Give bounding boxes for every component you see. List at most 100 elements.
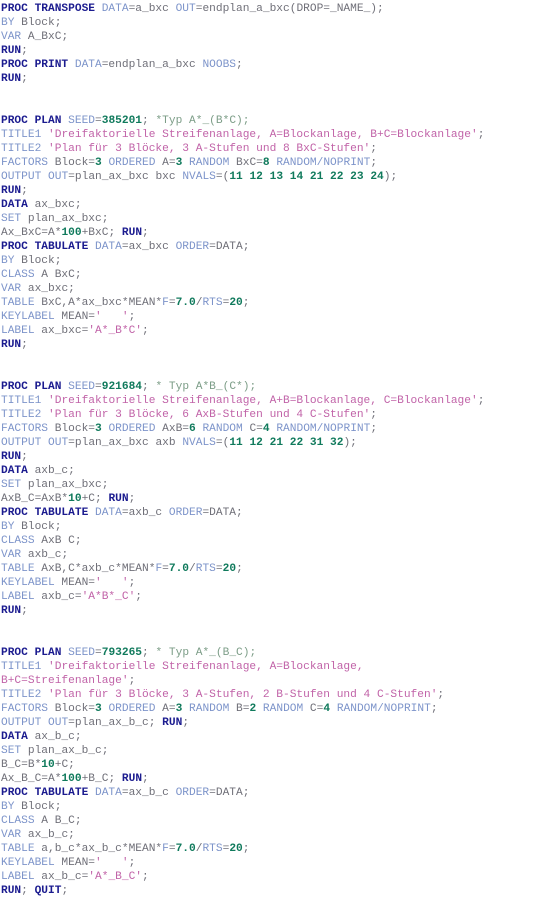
code-token-txt: +C; [54, 759, 75, 771]
code-token-txt: = [162, 563, 169, 575]
code-token-txt: MEAN= [54, 311, 96, 323]
code-token-txt: =ax_bxc [121, 241, 176, 253]
code-token-stmt: TITLE1 [1, 661, 42, 673]
code-line: KEYLABEL MEAN=' '; [1, 310, 551, 324]
code-token-stmt: CLASS [1, 535, 35, 547]
code-token-kw: PROC PRINT [1, 59, 69, 71]
code-token-num: 7.0 [175, 297, 196, 309]
code-token-kw: QUIT [34, 885, 62, 897]
code-token-txt: axb_c; [21, 549, 69, 561]
code-token-txt: = [168, 297, 176, 309]
code-token-txt: ; [21, 45, 28, 57]
code-token-stmt: LABEL [1, 325, 35, 337]
code-token-txt: Block= [48, 157, 95, 169]
code-token-stmt: TABLE [1, 843, 35, 855]
code-token-stmt: TITLE2 [1, 143, 42, 155]
code-token-stmt: BY [1, 255, 15, 267]
code-line: TITLE2 'Plan für 3 Blöcke, 3 A-Stufen un… [1, 142, 551, 156]
code-token-txt: ; [142, 773, 149, 785]
code-token-stmt: FACTORS [1, 703, 48, 715]
code-token-kw: RUN [1, 339, 22, 351]
code-token-stmt: KEYLABEL [1, 577, 55, 589]
code-token-stmt: ORDER [175, 241, 210, 253]
code-token-kw: RUN [162, 717, 183, 729]
code-token-stmt: RTS [202, 843, 223, 855]
code-line: RUN; QUIT; [1, 884, 551, 898]
code-token-txt: B= [229, 703, 250, 715]
code-token-txt: =DATA; [202, 507, 243, 519]
code-token-txt: ; [477, 395, 485, 407]
code-token-txt: MEAN= [54, 857, 96, 869]
code-token-stmt: VAR [1, 549, 22, 561]
code-token-txt: ; [128, 493, 136, 505]
code-token-stmt: ORDERED [108, 703, 156, 715]
code-line: FACTORS Block=3 ORDERED AxB=6 RANDOM C=4… [1, 422, 551, 436]
code-token-txt: Block; [14, 801, 62, 813]
code-token-txt: Block; [14, 521, 62, 533]
code-line: OUTPUT OUT=plan_ax_b_c; RUN; [1, 716, 551, 730]
code-token-stmt: ORDERED [108, 423, 156, 435]
code-line: LABEL ax_b_c='A*_B_C'; [1, 870, 551, 884]
code-line: RUN; [1, 184, 551, 198]
code-token-num: 7.0 [175, 843, 196, 855]
code-line: CLASS A BxC; [1, 268, 551, 282]
code-line: VAR A_BxC; [1, 30, 551, 44]
code-token-kw: PROC TABULATE [1, 241, 89, 253]
code-token-txt: ; [236, 59, 243, 71]
code-token-stmt: TABLE [1, 563, 35, 575]
code-line: Ax_B_C=A*100+B_C; RUN; [1, 772, 551, 786]
code-token-stmt: VAR [1, 829, 22, 841]
code-token-num: 4 [262, 423, 270, 435]
code-line: PROC PLAN SEED=385201; *Typ A*_(B*C); [1, 114, 551, 128]
code-line: B_C=B*10+C; [1, 758, 551, 772]
code-token-txt: ; [142, 325, 149, 337]
code-token-kw: RUN [121, 773, 143, 785]
code-line: TITLE2 'Plan für 3 Blöcke, 6 AxB-Stufen … [1, 408, 551, 422]
code-token-txt: =plan_ax_bxc bxc [68, 171, 183, 183]
code-token-str: ' ' [95, 857, 129, 869]
code-token-stmt: RANDOM/NOPRINT [276, 423, 371, 435]
code-token-txt: +B_C; [81, 773, 122, 785]
code-token-stmt: TITLE1 [1, 129, 42, 141]
code-token-stmt: TITLE2 [1, 409, 42, 421]
code-token-str: 'A*_B_C' [88, 871, 143, 883]
code-token-stmt: FACTORS [1, 157, 48, 169]
code-token-stmt: BY [1, 17, 15, 29]
code-token-txt: ; [128, 577, 136, 589]
code-token-txt: AxB,C*axb_c*MEAN* [34, 563, 156, 575]
code-token-txt: A BxC; [34, 269, 82, 281]
code-token-txt: ; [430, 703, 438, 715]
code-token-kw: RUN [1, 885, 22, 897]
code-token-txt: ; [128, 857, 136, 869]
code-line: PROC PLAN SEED=921684; * Typ A*B_(C*); [1, 380, 551, 394]
code-line: PROC PLAN SEED=793265; * Typ A*_(B_C); [1, 646, 551, 660]
code-token-txt: =plan_ax_bxc axb [68, 437, 183, 449]
code-token-txt: ; [61, 885, 69, 897]
code-token-stmt: TABLE [1, 297, 35, 309]
code-token-kw: RUN [1, 45, 22, 57]
code-line: DATA ax_b_c; [1, 730, 551, 744]
code-token-stmt: NVALS [182, 171, 216, 183]
code-token-kw: RUN [1, 451, 22, 463]
code-token-stmt: VAR [1, 283, 22, 295]
code-token-txt: ; [236, 563, 243, 575]
code-token-num: 100 [61, 227, 82, 239]
code-token-txt: ; [21, 339, 28, 351]
code-token-txt: =a_bxc [128, 3, 176, 15]
code-token-cmt: * Typ A*_(B_C); [155, 647, 257, 659]
code-line: LABEL ax_bxc='A*_B*C'; [1, 324, 551, 338]
code-token-txt: axb_c= [34, 591, 82, 603]
code-token-stmt: OUTPUT [1, 717, 42, 729]
code-token-num: 385201 [101, 115, 143, 127]
code-line: TABLE AxB,C*axb_c*MEAN*F=7.0/RTS=20; [1, 562, 551, 576]
code-token-stmt: CLASS [1, 269, 35, 281]
code-token-stmt: RANDOM [189, 703, 230, 715]
code-token-txt: ax_bxc= [34, 325, 89, 337]
